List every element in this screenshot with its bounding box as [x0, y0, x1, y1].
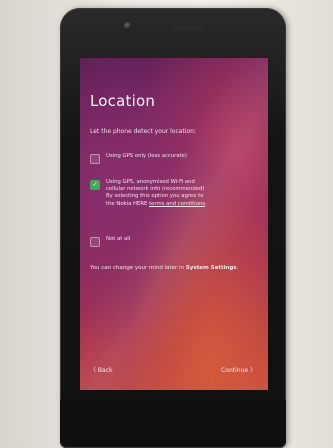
back-button[interactable]: 〈 Back	[90, 365, 112, 374]
option-not-at-all-label: Not at all	[106, 236, 131, 242]
continue-button[interactable]: Continue 〉	[221, 365, 256, 374]
location-setup-screen: Location Let the phone detect your locat…	[80, 58, 268, 390]
option-line: By selecting this option you agree to	[106, 193, 204, 200]
checkbox-not-at-all[interactable]	[90, 237, 100, 247]
checkbox-gps-only[interactable]	[90, 154, 100, 164]
phone-bottom-bezel	[60, 400, 286, 443]
checkbox-gps-wifi-cellular[interactable]: ✓	[90, 180, 100, 190]
option-gps-wifi-cellular-label: Using GPS, anonymised Wi-Fi and cellular…	[106, 179, 207, 208]
front-camera	[124, 22, 132, 30]
terms-and-conditions-link[interactable]: terms and conditions	[149, 201, 205, 207]
settings-note: You can change your mind later in System…	[90, 264, 260, 272]
earpiece	[173, 26, 203, 29]
page-subtitle: Let the phone detect your location:	[90, 128, 196, 135]
option-not-at-all[interactable]: Not at all	[90, 236, 130, 247]
option-gps-only[interactable]: Using GPS only (less accurate)	[90, 153, 187, 164]
option-line: the Nokia HERE	[106, 200, 150, 207]
option-gps-only-label: Using GPS only (less accurate)	[106, 153, 187, 159]
link-suffix: .	[205, 200, 207, 207]
option-line: Using GPS, anonymised Wi-Fi and	[106, 179, 195, 185]
checkmark-icon: ✓	[92, 181, 98, 188]
system-settings-text: System Settings	[185, 265, 237, 271]
option-gps-wifi-cellular[interactable]: ✓ Using GPS, anonymised Wi-Fi and cellul…	[90, 179, 207, 208]
note-text: You can change your mind later in	[90, 265, 186, 271]
option-line-with-link: the Nokia HERE terms and conditions.	[106, 201, 207, 208]
option-line: cellular network info (recommended)	[106, 186, 205, 193]
note-suffix: .	[236, 265, 239, 271]
page-title: Location	[90, 92, 156, 110]
